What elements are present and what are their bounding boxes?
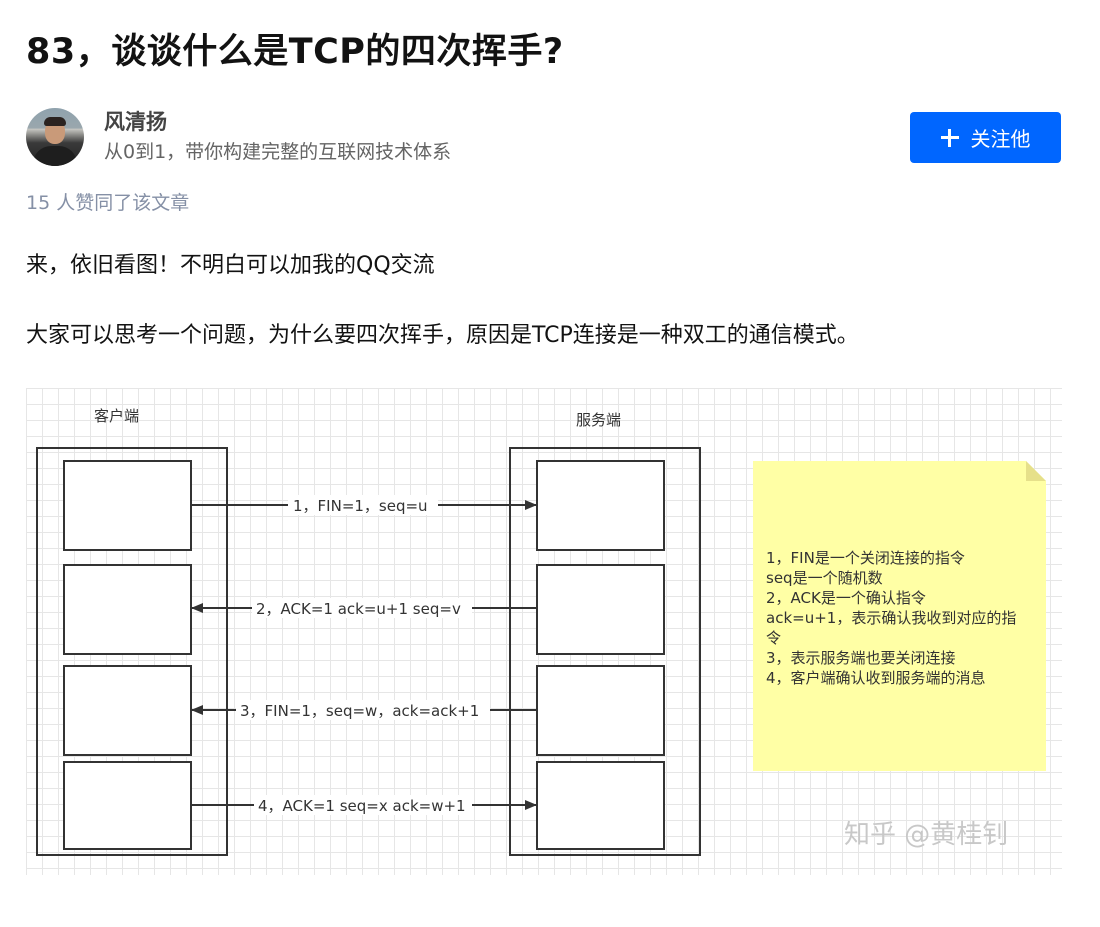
client-step-box — [63, 761, 192, 850]
note-line: seq是一个随机数 — [766, 569, 883, 587]
note-line: 1，FIN是一个关闭连接的指令 — [766, 549, 965, 567]
plus-icon — [940, 128, 959, 147]
client-step-box — [63, 460, 192, 551]
arrow-ack-2-label: 2，ACK=1 ack=u+1 seq=v — [256, 600, 461, 618]
watermark: 知乎 @黄桂钊 — [844, 820, 1008, 850]
server-step-box — [536, 564, 665, 655]
note-line: 令 — [766, 629, 781, 647]
author-card: 风清扬 从0到1，带你构建完整的互联网技术体系 关注他 — [26, 108, 1066, 168]
tcp-handshake-diagram: 客户端 服务端 1，FIN=1，seq=u 2，ACK=1 ack=u+1 se… — [26, 388, 1062, 875]
note-fold — [1026, 461, 1046, 481]
like-count[interactable]: 15 人赞同了该文章 — [26, 189, 189, 217]
server-step-box — [536, 761, 665, 850]
server-label: 服务端 — [576, 411, 621, 429]
follow-button-label: 关注他 — [970, 127, 1031, 151]
arrow-fin-3-label: 3，FIN=1，seq=w，ack=ack+1 — [240, 702, 479, 720]
server-step-box — [536, 665, 665, 756]
client-label: 客户端 — [94, 407, 139, 425]
server-step-box — [536, 460, 665, 551]
paragraph-intro: 来，依旧看图！不明白可以加我的QQ交流 — [26, 253, 435, 278]
note-line: ack=u+1，表示确认我收到对应的指 — [766, 609, 1016, 627]
note-line: 4，客户端确认收到服务端的消息 — [766, 669, 986, 687]
author-name[interactable]: 风清扬 — [104, 108, 167, 136]
diagram-canvas: 客户端 服务端 1，FIN=1，seq=u 2，ACK=1 ack=u+1 se… — [36, 407, 1046, 856]
avatar[interactable] — [26, 108, 84, 166]
arrow-ack-4-label: 4，ACK=1 seq=x ack=w+1 — [258, 797, 466, 815]
follow-button[interactable]: 关注他 — [910, 112, 1061, 163]
client-step-box — [63, 564, 192, 655]
paragraph-question: 大家可以思考一个问题，为什么要四次挥手，原因是TCP连接是一种双工的通信模式。 — [26, 323, 859, 348]
note-line: 2，ACK是一个确认指令 — [766, 589, 926, 607]
client-step-box — [63, 665, 192, 756]
article-title: 83，谈谈什么是TCP的四次挥手? — [26, 32, 564, 72]
note-line: 3，表示服务端也要关闭连接 — [766, 649, 956, 667]
arrow-fin-1-label: 1，FIN=1，seq=u — [293, 497, 428, 515]
author-bio: 从0到1，带你构建完整的互联网技术体系 — [104, 141, 452, 163]
